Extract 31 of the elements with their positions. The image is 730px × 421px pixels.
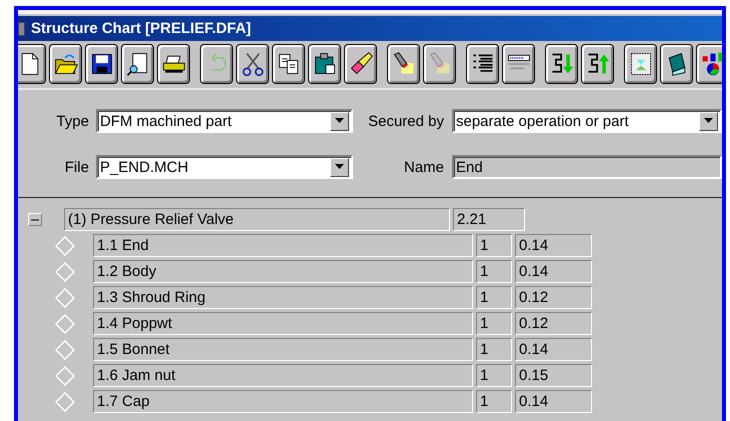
- quantity-cell: 1: [476, 364, 512, 387]
- quantity-cell: 1: [476, 338, 512, 361]
- tree-item[interactable]: 1.4 Poppwt: [93, 312, 473, 335]
- quantity-cell: 1: [476, 390, 512, 413]
- value-cell: 0.14: [515, 234, 592, 257]
- field-label: Type: [55, 112, 89, 130]
- tree-item[interactable]: (1) Pressure Relief Valve: [64, 208, 450, 231]
- tree-item[interactable]: 1.5 Bonnet: [93, 338, 473, 361]
- value-cell: 0.12: [515, 286, 592, 309]
- quantity-cell: 1: [476, 260, 512, 283]
- tree-item[interactable]: 1.7 Cap: [93, 390, 473, 413]
- tree-item[interactable]: 1.2 Body: [93, 260, 473, 283]
- quantity-cell: 1: [476, 286, 512, 309]
- quantity-cell: 1: [476, 234, 512, 257]
- dropdown[interactable]: separate operation or part: [452, 109, 722, 133]
- value-cell: 0.14: [515, 260, 592, 283]
- tree-item[interactable]: 1.1 End: [93, 234, 473, 257]
- window-title: Structure Chart [PRELIEF.DFA]: [31, 20, 252, 37]
- dropdown[interactable]: DFM machined part: [96, 109, 353, 133]
- value-cell: 2.21: [453, 208, 525, 231]
- field-label: Name: [402, 158, 444, 176]
- value-cell: 0.15: [515, 364, 592, 387]
- field-label: File: [64, 158, 89, 176]
- dropdown[interactable]: P_END.MCH: [96, 155, 353, 179]
- value-cell: 0.14: [515, 338, 592, 361]
- quantity-cell: 1: [476, 312, 512, 335]
- value-cell: 0.12: [515, 312, 592, 335]
- field-label: Secured by: [367, 112, 444, 130]
- value-cell: 0.14: [515, 390, 592, 413]
- tree-item[interactable]: 1.3 Shroud Ring: [93, 286, 473, 309]
- tree-item[interactable]: 1.6 Jam nut: [93, 364, 473, 387]
